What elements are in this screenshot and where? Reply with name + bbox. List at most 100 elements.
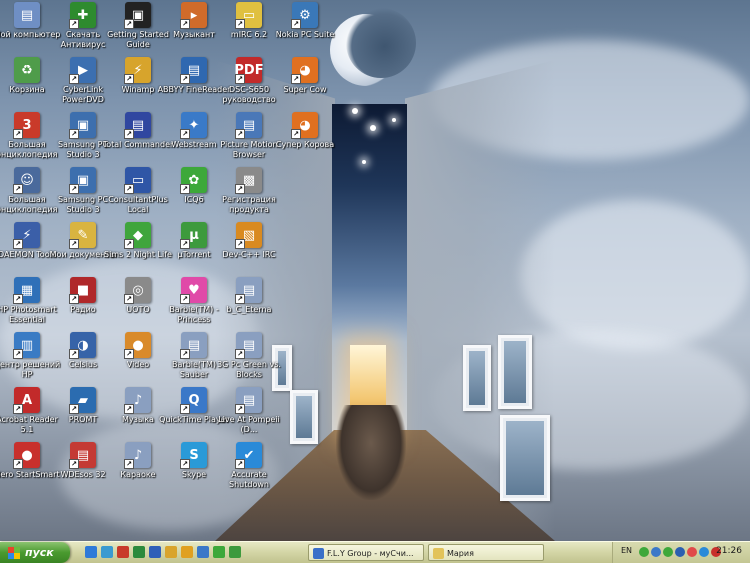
icon-glyph: ◑ — [77, 337, 89, 353]
browser-window-icon — [313, 548, 324, 559]
desktop-icon[interactable]: ◕ ↗ Super Cow — [268, 57, 342, 95]
shortcut-arrow-icon: ↗ — [13, 349, 23, 359]
icon-glyph: ▰ — [78, 392, 88, 408]
wallpaper-frame — [463, 345, 491, 411]
globe-icon[interactable] — [197, 546, 209, 558]
icon-glyph: ♻ — [21, 62, 33, 78]
system-tray: EN 21:26 — [612, 542, 750, 563]
clock[interactable]: 21:26 — [716, 546, 742, 556]
task-label: Мария — [447, 549, 474, 558]
desktop-icon-label: 3G Pc Green vs. Blocks — [217, 360, 281, 379]
shortcut-icon: ▤ ↗ — [180, 57, 207, 84]
shortcut-arrow-icon: ↗ — [124, 459, 134, 469]
shortcut-arrow-icon: ↗ — [124, 19, 134, 29]
shortcut-arrow-icon: ↗ — [124, 349, 134, 359]
shortcut-icon: ▥ ↗ — [13, 332, 40, 359]
word-icon[interactable] — [149, 546, 161, 558]
shortcut-arrow-icon: ↗ — [180, 294, 190, 304]
shortcut-icon: A ↗ — [13, 387, 40, 414]
shortcut-icon: ⚡ ↗ — [124, 57, 151, 84]
icon-glyph: Q — [188, 392, 200, 408]
icon-glyph: A — [21, 392, 33, 408]
shortcut-arrow-icon: ↗ — [69, 19, 79, 29]
icq-icon[interactable] — [213, 546, 225, 558]
language-indicator[interactable]: EN — [621, 546, 632, 555]
icon-glyph: ◕ — [299, 117, 311, 133]
desktop-icon[interactable]: ⚙ ↗ Nokia PC Suite — [268, 2, 342, 40]
desktop-icon[interactable]: ▤ ↗ b_C_Eterna — [212, 277, 286, 315]
shortcut-arrow-icon: ↗ — [124, 74, 134, 84]
shortcut-arrow-icon: ↗ — [235, 19, 245, 29]
taskbar-task-browser[interactable]: F.L.Y Group - муСчи... — [308, 544, 424, 561]
search-icon[interactable] — [181, 546, 193, 558]
shortcut-icon: ◕ ↗ — [291, 57, 318, 84]
shortcut-icon: ◆ ↗ — [124, 222, 151, 249]
shortcut-arrow-icon: ↗ — [235, 129, 245, 139]
shortcut-icon: ▤ ↗ — [235, 277, 262, 304]
windows-flag-icon — [8, 546, 20, 559]
shortcut-icon: ▶ ↗ — [69, 57, 96, 84]
shortcut-icon: ▤ ↗ — [69, 442, 96, 469]
icq-tray-icon[interactable] — [663, 547, 673, 557]
taskbar-task-folder[interactable]: Мария — [428, 544, 544, 561]
shortcut-arrow-icon: ↗ — [235, 74, 245, 84]
folder-icon[interactable] — [165, 546, 177, 558]
desktop-icon[interactable]: ▩ ↗ Регистрация продукта — [212, 167, 286, 215]
antivirus-icon[interactable] — [639, 547, 649, 557]
media-icon[interactable] — [101, 546, 113, 558]
flower-icon[interactable] — [687, 547, 697, 557]
desktop-icon[interactable]: ▤ ↗ Live At Pompeii (D... — [212, 387, 286, 435]
wallpaper-star — [392, 118, 396, 122]
icon-glyph: ✔ — [243, 447, 255, 463]
shortcut-icon: ▭ ↗ — [235, 2, 262, 29]
volume-icon[interactable] — [675, 547, 685, 557]
icon-glyph: 3 — [22, 117, 32, 133]
shortcut-icon: ▤ ↗ — [180, 332, 207, 359]
shortcut-arrow-icon: ↗ — [13, 129, 23, 139]
shortcut-arrow-icon: ↗ — [13, 294, 23, 304]
icon-glyph: ⚡ — [22, 227, 32, 243]
shortcut-arrow-icon: ↗ — [13, 184, 23, 194]
shortcut-icon: ◎ ↗ — [124, 277, 151, 304]
shortcut-icon: ☺ ↗ — [13, 167, 40, 194]
shortcut-icon: ♻ — [14, 57, 40, 83]
wallpaper-frame — [290, 390, 318, 444]
desktop-icon[interactable]: ✔ ↗ Accurate Shutdown — [212, 442, 286, 490]
torrent-icon[interactable] — [229, 546, 241, 558]
ie-icon[interactable] — [85, 546, 97, 558]
desktop-icon[interactable]: ▤ ↗ 3G Pc Green vs. Blocks — [212, 332, 286, 380]
shortcut-arrow-icon: ↗ — [291, 74, 301, 84]
shortcut-arrow-icon: ↗ — [180, 459, 190, 469]
shortcut-arrow-icon: ↗ — [291, 19, 301, 29]
desktop-icon[interactable]: ◕ ↗ Супер Корова — [268, 112, 342, 150]
icon-glyph: ✿ — [188, 172, 200, 188]
network-icon[interactable] — [651, 547, 661, 557]
desktop-icon[interactable]: ▧ ↗ Dev-C++ IRC — [212, 222, 286, 260]
shortcut-icon: S ↗ — [180, 442, 207, 469]
start-button[interactable]: пуск — [0, 542, 70, 563]
shortcut-arrow-icon: ↗ — [180, 404, 190, 414]
shortcut-icon: ▤ ↗ — [235, 332, 262, 359]
wallpaper-star — [352, 108, 358, 114]
shortcut-arrow-icon: ↗ — [69, 349, 79, 359]
shortcut-arrow-icon: ↗ — [235, 294, 245, 304]
acrobat-icon[interactable] — [117, 546, 129, 558]
monitor-icon[interactable] — [699, 547, 709, 557]
shortcut-arrow-icon: ↗ — [180, 184, 190, 194]
shortcut-icon: ♥ ↗ — [180, 277, 207, 304]
folder-window-icon — [433, 548, 444, 559]
shortcut-icon: ▭ ↗ — [124, 167, 151, 194]
shortcut-icon: ◑ ↗ — [69, 332, 96, 359]
shortcut-arrow-icon: ↗ — [180, 129, 190, 139]
shortcut-arrow-icon: ↗ — [69, 459, 79, 469]
excel-icon[interactable] — [133, 546, 145, 558]
shortcut-icon: ● ↗ — [124, 332, 151, 359]
wallpaper-star — [362, 160, 366, 164]
shortcut-icon: µ ↗ — [180, 222, 207, 249]
taskbar: пуск F.L.Y Group - муСчи... Мария EN 21:… — [0, 541, 750, 563]
shortcut-icon: ▤ ↗ — [124, 112, 151, 139]
wallpaper-frame — [500, 415, 550, 501]
shortcut-icon: ✿ ↗ — [180, 167, 207, 194]
icon-glyph: ◆ — [133, 227, 143, 243]
icon-glyph: ● — [132, 337, 144, 353]
